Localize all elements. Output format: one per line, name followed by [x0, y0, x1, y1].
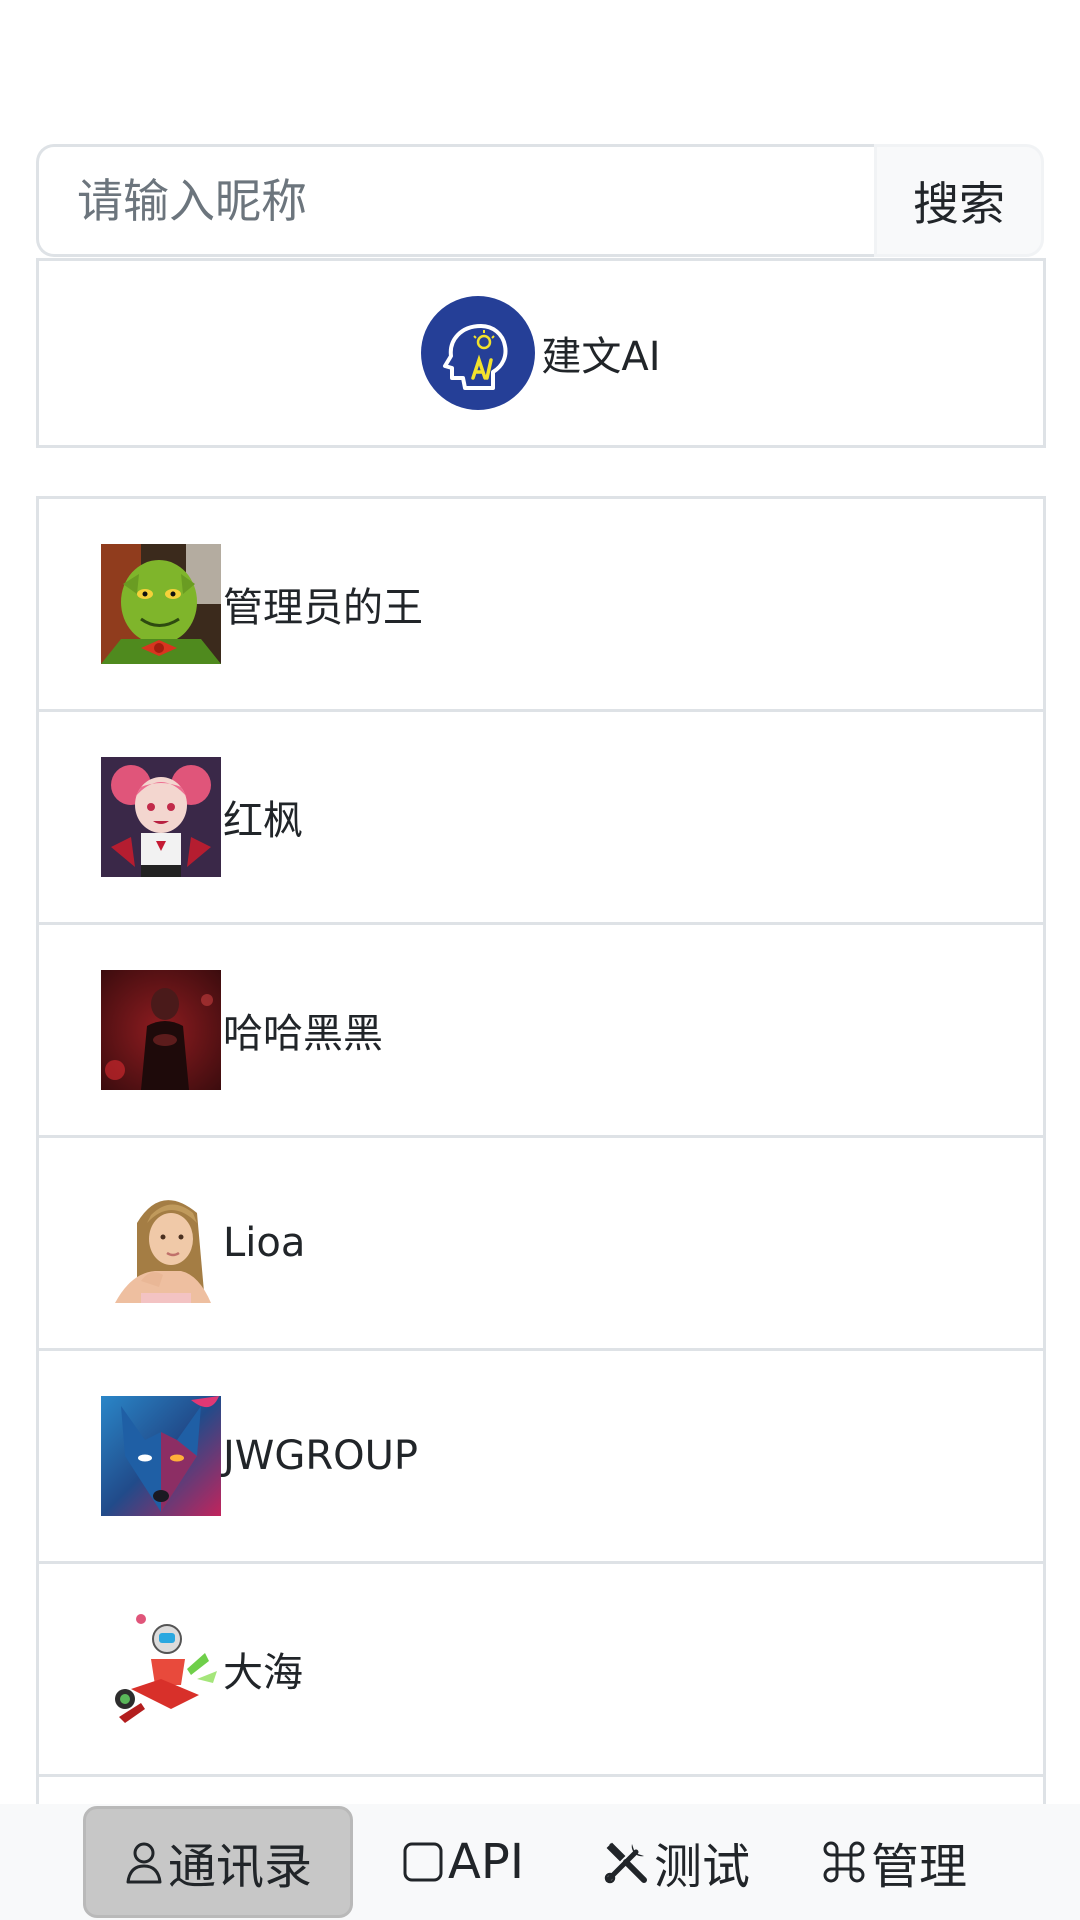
nav-tab-api[interactable]: API	[363, 1806, 563, 1918]
tools-icon	[602, 1838, 650, 1886]
contact-item[interactable]: Lioa	[36, 1138, 1046, 1351]
ai-assistant-card[interactable]: 建文AI	[36, 258, 1046, 448]
contact-name: JWGROUP	[223, 1433, 419, 1479]
nav-label: API	[448, 1834, 524, 1890]
nav-tab-test[interactable]: 测试	[573, 1806, 779, 1918]
ai-avatar	[421, 296, 536, 410]
contact-name: 管理员的王	[223, 585, 423, 631]
red-portrait-avatar	[101, 970, 221, 1090]
contact-name: 红枫	[223, 798, 303, 844]
contact-item[interactable]: 大海	[36, 1564, 1046, 1777]
grinch-avatar	[101, 544, 221, 664]
contact-item[interactable]: JWGROUP	[36, 1351, 1046, 1564]
nav-label: 管理	[870, 1839, 967, 1895]
contact-item[interactable]: 红枫	[36, 712, 1046, 925]
contact-list: 管理员的王 红枫 哈哈黑黑 Lioa JWGROUP 大海	[36, 496, 1046, 1920]
contacts-page: 搜索 建文AI	[0, 0, 1080, 1920]
square-icon	[402, 1841, 444, 1883]
contact-name: 哈哈黑黑	[223, 1011, 383, 1057]
robot-rider-avatar	[101, 1609, 221, 1729]
ai-assistant-name: 建文AI	[541, 334, 661, 380]
contact-name: 大海	[223, 1650, 303, 1696]
anime-girl-avatar	[101, 757, 221, 877]
contact-item[interactable]: 管理员的王	[36, 499, 1046, 712]
command-icon	[821, 1839, 867, 1885]
nav-label: 测试	[653, 1839, 750, 1895]
nav-tab-admin[interactable]: 管理	[789, 1806, 999, 1918]
nav-label: 通讯录	[167, 1839, 312, 1895]
blonde-girl-avatar	[101, 1183, 221, 1303]
contact-item[interactable]: 哈哈黑黑	[36, 925, 1046, 1138]
person-icon	[124, 1840, 164, 1884]
contact-name: Lioa	[223, 1220, 306, 1266]
nav-tab-contacts[interactable]: 通讯录	[83, 1806, 353, 1918]
search-bar: 搜索	[36, 144, 1044, 257]
head-lightbulb-ai-icon	[443, 324, 508, 390]
search-button[interactable]: 搜索	[874, 144, 1044, 257]
bottom-nav: 通讯录 API 测试 管理	[0, 1804, 1080, 1920]
wolf-avatar	[101, 1396, 221, 1516]
nickname-search-input[interactable]	[36, 144, 874, 257]
